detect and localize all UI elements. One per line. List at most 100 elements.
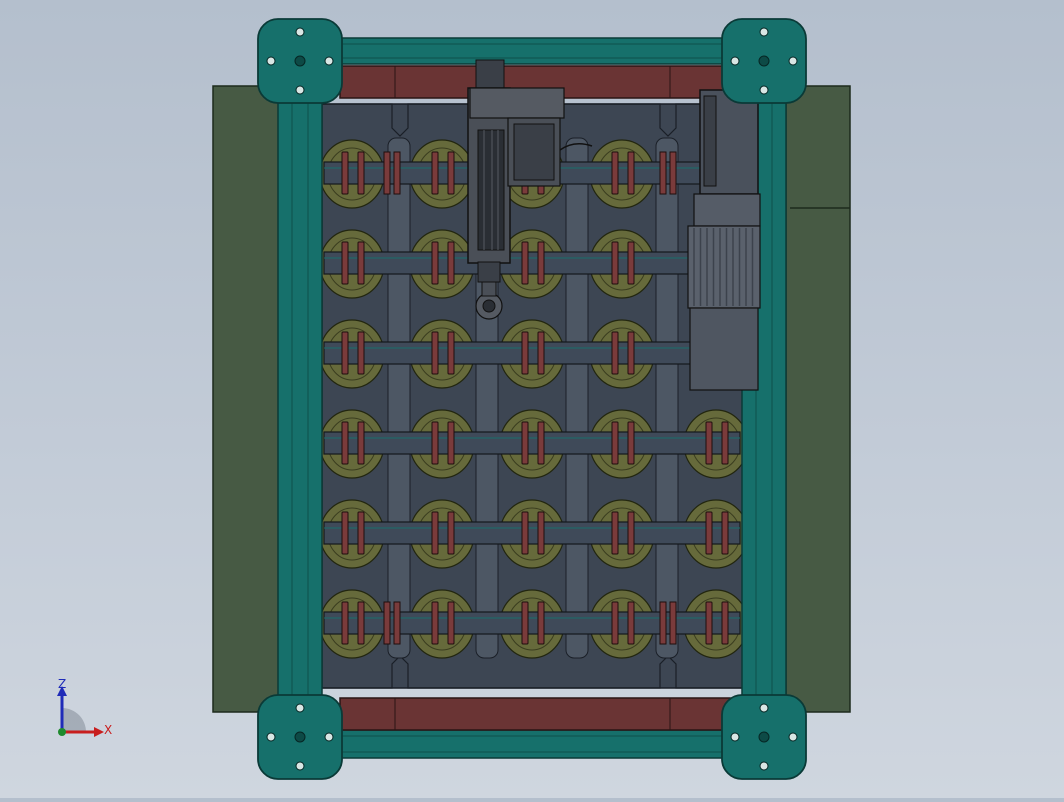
bolt-hole [324, 732, 334, 742]
roller-flange [447, 331, 455, 375]
roller-flange [659, 151, 667, 195]
roller-flange [431, 241, 439, 285]
roller-flange [357, 511, 365, 555]
bolt-hole [295, 761, 305, 771]
roller-flange [341, 151, 349, 195]
roller-flange [393, 151, 401, 195]
slot [565, 137, 589, 659]
roller-flange [721, 511, 729, 555]
roller-flange [521, 601, 529, 645]
bolt-hole [759, 27, 769, 37]
roller-flange [627, 511, 635, 555]
roller-flange [383, 601, 391, 645]
bolt-hole [759, 761, 769, 771]
left-side-panel [212, 85, 280, 713]
roller-flange [521, 241, 529, 285]
corner-plate [721, 694, 807, 780]
bolt-hole [324, 56, 334, 66]
roller-flange [611, 511, 619, 555]
corner-plate [257, 18, 343, 104]
roller-shaft [323, 251, 701, 275]
bolt-hole [295, 703, 305, 713]
roller-flange [447, 421, 455, 465]
slot [387, 137, 411, 659]
roller-flange [357, 421, 365, 465]
roller-flange [627, 601, 635, 645]
roller-flange [627, 241, 635, 285]
bolt-hole [788, 56, 798, 66]
bolt-hole [266, 56, 276, 66]
top-frame-rail [299, 37, 767, 65]
roller-shaft [323, 431, 741, 455]
roller-flange [431, 421, 439, 465]
corner-plate [257, 694, 343, 780]
bottom-frame-rail [299, 729, 767, 759]
bottom-end-plate [339, 697, 731, 731]
roller-flange [705, 601, 713, 645]
roller-flange [383, 151, 391, 195]
bolt-hole [730, 56, 740, 66]
roller-flange [669, 601, 677, 645]
roller-flange [447, 511, 455, 555]
left-frame-rail [277, 59, 323, 741]
roller-flange [537, 241, 545, 285]
y-axis-dot [58, 728, 66, 736]
bolt-hole [295, 27, 305, 37]
roller-flange [447, 241, 455, 285]
roller-flange [721, 601, 729, 645]
roller-flange [721, 421, 729, 465]
roller-flange [431, 601, 439, 645]
roller-flange [537, 601, 545, 645]
roller-flange [611, 241, 619, 285]
bolt-hole [730, 732, 740, 742]
bolt-hole [759, 703, 769, 713]
roller-flange [431, 331, 439, 375]
roller-flange [705, 511, 713, 555]
bolt-hole [295, 85, 305, 95]
roller-flange [611, 601, 619, 645]
bolt-hole [788, 732, 798, 742]
roller-flange [627, 421, 635, 465]
roller-flange [341, 331, 349, 375]
corner-plate [721, 18, 807, 104]
roller-flange [341, 241, 349, 285]
roller-flange [627, 331, 635, 375]
roller-flange [431, 151, 439, 195]
roller-flange [611, 421, 619, 465]
roller-flange [537, 511, 545, 555]
roller-flange [611, 151, 619, 195]
roller-flange [357, 331, 365, 375]
roller-flange [521, 511, 529, 555]
right-side-panel [785, 85, 851, 713]
roller-flange [393, 601, 401, 645]
roller-flange [341, 601, 349, 645]
roller-shaft [323, 341, 701, 365]
roller-flange [357, 241, 365, 285]
roller-flange [341, 511, 349, 555]
roller-flange [669, 151, 677, 195]
triad-graphic: Z X [57, 677, 112, 737]
roller-flange [357, 601, 365, 645]
roller-flange [537, 421, 545, 465]
conveyor-assembly-model[interactable] [0, 0, 1064, 798]
roller-flange [341, 421, 349, 465]
bolt-hole [266, 732, 276, 742]
cad-viewport[interactable]: Z X [0, 0, 1064, 798]
roller-flange [705, 421, 713, 465]
roller-flange [537, 331, 545, 375]
roller-flange [357, 151, 365, 195]
x-axis-label: X [104, 723, 112, 737]
roller-flange [447, 151, 455, 195]
bolt-hole [759, 85, 769, 95]
roller-flange [611, 331, 619, 375]
roller-shaft [323, 521, 741, 545]
roller-flange [521, 331, 529, 375]
roller-flange [431, 511, 439, 555]
slot [655, 137, 679, 659]
roller-flange [627, 151, 635, 195]
z-axis-label: Z [58, 677, 66, 691]
roller-flange [447, 601, 455, 645]
roller-flange [659, 601, 667, 645]
coordinate-triad: Z X [44, 674, 124, 744]
roller-flange [521, 421, 529, 465]
